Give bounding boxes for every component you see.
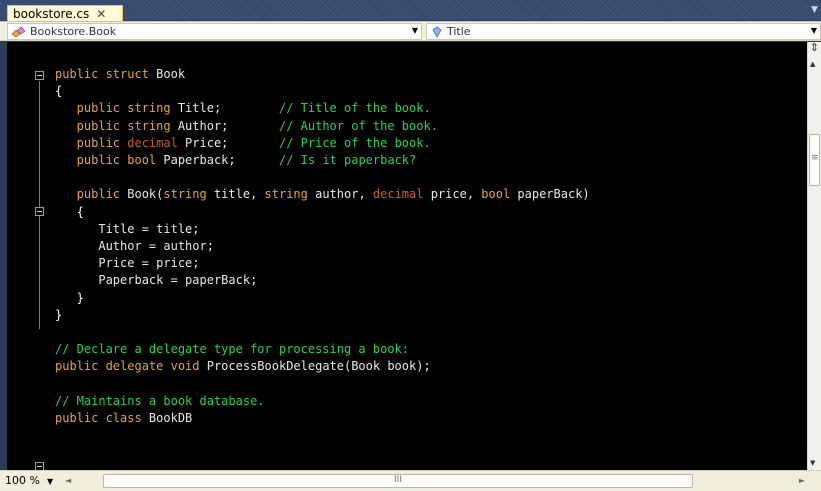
code-token: Paperback;: [163, 153, 236, 167]
property-icon: [432, 26, 442, 38]
outline-line: [39, 81, 40, 329]
code-token: author,: [315, 187, 373, 202]
code-line[interactable]: public string Title; // Title of the boo…: [55, 100, 431, 117]
code-token: ProcessBookDelegate(Book book);: [206, 359, 431, 374]
code-line[interactable]: Author = author;: [55, 238, 214, 255]
code-token: public class: [55, 411, 149, 425]
chevron-down-icon[interactable]: ▼: [811, 6, 819, 15]
code-token: Book(: [127, 187, 164, 202]
type-dropdown-value: Bookstore.Book: [30, 25, 117, 38]
code-token: public string: [55, 118, 178, 133]
code-line[interactable]: // Declare a delegate type for processin…: [55, 341, 409, 358]
code-line[interactable]: public struct Book: [55, 66, 185, 83]
code-line[interactable]: Title = title;: [55, 221, 200, 238]
code-editor[interactable]: public struct Book{ public string Title;…: [7, 42, 807, 470]
chevron-down-icon[interactable]: ▼: [47, 477, 53, 486]
code-token: // Is it paperback?: [278, 153, 417, 167]
code-token: }: [55, 307, 63, 322]
code-token: {: [55, 84, 63, 99]
code-line[interactable]: public delegate void ProcessBookDelegate…: [55, 358, 431, 375]
chevron-down-icon[interactable]: ▼: [811, 26, 817, 35]
type-dropdown[interactable]: Bookstore.Book ▼: [7, 23, 422, 40]
scrollbar-corner: [807, 471, 821, 491]
code-token: Title = title;: [55, 221, 200, 236]
code-token: // Author of the book.: [278, 118, 438, 133]
code-line[interactable]: public bool Paperback; // Is it paperbac…: [55, 152, 417, 169]
vertical-scrollbar[interactable]: ⇕ ▲ ▼: [807, 42, 821, 470]
code-token: string: [163, 187, 214, 202]
code-token: decimal: [372, 187, 431, 202]
horizontal-scrollbar[interactable]: ◄ III ►: [63, 473, 807, 489]
code-token: // Price of the book.: [278, 135, 431, 150]
code-token: public: [55, 135, 128, 150]
code-token: // Title of the book.: [278, 101, 431, 116]
chevron-down-icon[interactable]: ▼: [412, 26, 418, 35]
code-token: BookDB: [148, 411, 193, 425]
editor-bottom-bar: 100 % ▼ ◄ III ►: [0, 470, 821, 491]
code-token: Price = price;: [55, 256, 200, 271]
code-token: price,: [430, 187, 482, 202]
navigation-bar: Bookstore.Book ▼ Title ▼: [0, 21, 821, 41]
code-token: // Maintains a book database.: [55, 393, 265, 408]
code-token: // Declare a delegate type for processin…: [55, 342, 410, 357]
code-token: Title;: [177, 101, 222, 116]
scroll-down-icon[interactable]: ▼: [810, 459, 815, 467]
code-line[interactable]: public decimal Price; // Price of the bo…: [55, 135, 431, 152]
close-icon[interactable]: ✕: [96, 8, 106, 20]
scroll-up-icon[interactable]: ▲: [810, 60, 815, 68]
code-token: string: [264, 187, 316, 202]
vertical-scroll-thumb[interactable]: [809, 134, 820, 186]
code-line[interactable]: {: [55, 204, 84, 221]
code-token: public bool: [55, 153, 164, 167]
code-token: {: [55, 204, 84, 219]
code-token: }: [55, 290, 84, 305]
code-token: Author = author;: [55, 239, 214, 253]
editor-margin: [7, 42, 29, 470]
code-token: public string: [55, 101, 178, 116]
code-line[interactable]: }: [55, 307, 62, 324]
code-token: Price;: [185, 135, 229, 150]
code-line[interactable]: public string Author; // Author of the b…: [55, 118, 438, 135]
document-tab-strip: bookstore.cs ✕ ▼: [0, 0, 821, 21]
code-token: public: [55, 187, 128, 202]
code-line[interactable]: public class BookDB: [55, 410, 192, 427]
collapse-box-icon[interactable]: [35, 207, 44, 216]
code-token: paperBack): [517, 187, 590, 202]
code-line[interactable]: public Book(string title, string author,…: [55, 186, 590, 203]
code-token: Author;: [177, 118, 229, 133]
code-line[interactable]: // Maintains a book database.: [55, 393, 265, 410]
tab-bookstore-cs[interactable]: bookstore.cs ✕: [7, 5, 123, 21]
code-line[interactable]: Paperback = paperBack;: [55, 272, 257, 289]
code-line[interactable]: }: [55, 290, 84, 307]
collapse-box-icon[interactable]: [35, 462, 44, 470]
class-icon: [11, 26, 26, 37]
zoom-level[interactable]: 100 %: [5, 474, 40, 487]
code-token: Paperback = paperBack;: [55, 273, 258, 288]
collapse-box-icon[interactable]: [35, 71, 44, 80]
scroll-grip: III: [394, 475, 402, 485]
horizontal-scroll-thumb[interactable]: III: [103, 474, 693, 488]
code-token: bool: [481, 187, 518, 202]
code-line[interactable]: {: [55, 83, 62, 100]
code-token: public delegate void: [55, 359, 207, 374]
code-token: Book: [156, 67, 186, 81]
scroll-left-icon[interactable]: ◄: [65, 476, 71, 485]
member-dropdown[interactable]: Title ▼: [426, 23, 821, 40]
scroll-right-icon[interactable]: ►: [799, 476, 805, 485]
code-token: title,: [213, 187, 265, 202]
member-dropdown-value: Title: [447, 25, 471, 38]
split-handle-icon[interactable]: ⇕: [809, 42, 820, 54]
code-line[interactable]: Price = price;: [55, 255, 200, 272]
code-token: decimal: [127, 135, 186, 150]
tab-title: bookstore.cs: [13, 6, 90, 21]
code-token: public struct: [55, 67, 157, 81]
